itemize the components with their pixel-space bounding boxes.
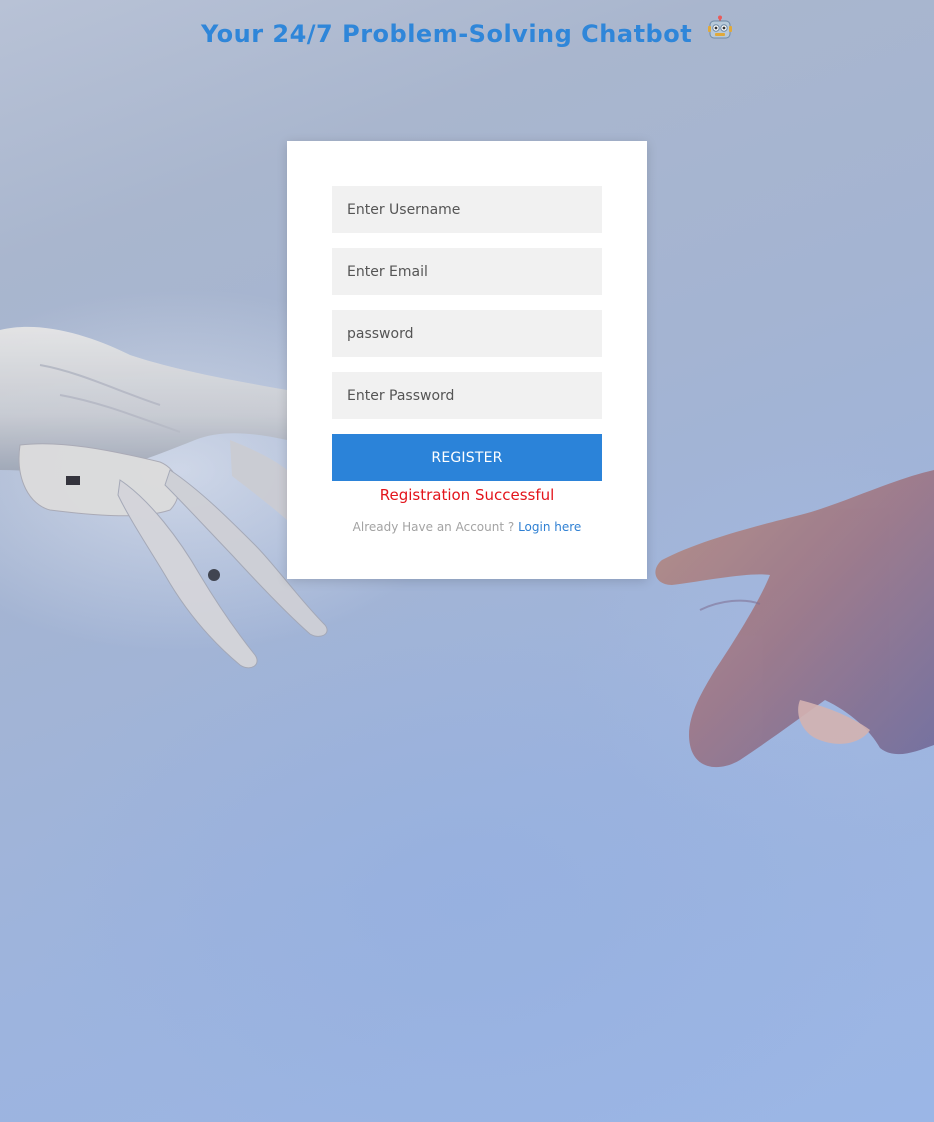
password-input[interactable]: [332, 310, 602, 357]
page-title: Your 24/7 Problem-Solving Chatbot: [0, 15, 934, 52]
email-input[interactable]: [332, 248, 602, 295]
username-input[interactable]: [332, 186, 602, 233]
status-message: Registration Successful: [379, 486, 555, 504]
login-link[interactable]: Login here: [518, 520, 581, 534]
page-title-text: Your 24/7 Problem-Solving Chatbot: [200, 20, 693, 48]
robot-icon: [707, 15, 733, 49]
human-hand-shape: [655, 470, 934, 768]
robot-hand-shape: [0, 326, 328, 669]
register-card: REGISTER Registration Successful Already…: [287, 141, 647, 579]
login-prompt-text: Already Have an Account ?: [352, 520, 515, 534]
confirm-password-input[interactable]: [332, 372, 602, 419]
register-button[interactable]: REGISTER: [332, 434, 602, 481]
login-prompt-line: Already Have an Account ? Login here: [287, 518, 647, 536]
